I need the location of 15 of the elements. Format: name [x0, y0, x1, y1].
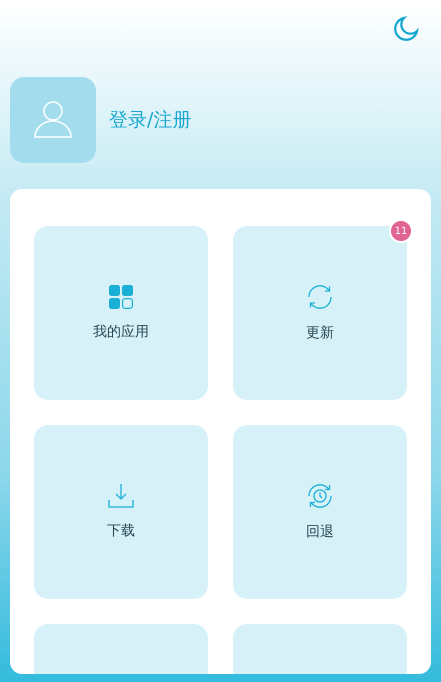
tile-label: 我的应用 — [93, 322, 149, 342]
count-badge: 11 — [389, 219, 413, 243]
refresh-icon — [306, 282, 334, 310]
grid-icon — [108, 284, 134, 310]
tile-label: 更新 — [306, 324, 334, 342]
tile-label: 下载 — [107, 522, 135, 540]
menu-tile[interactable]: 下载 — [34, 425, 208, 599]
avatar[interactable] — [10, 77, 96, 163]
download-icon — [108, 482, 134, 508]
tile-label: 回退 — [306, 522, 334, 542]
user-icon — [33, 100, 73, 140]
menu-tile[interactable]: 我的应用 — [34, 226, 208, 400]
menu-tile[interactable]: 回退 — [233, 425, 407, 599]
moon-icon[interactable] — [393, 16, 419, 42]
clock-refresh-icon — [306, 482, 334, 510]
